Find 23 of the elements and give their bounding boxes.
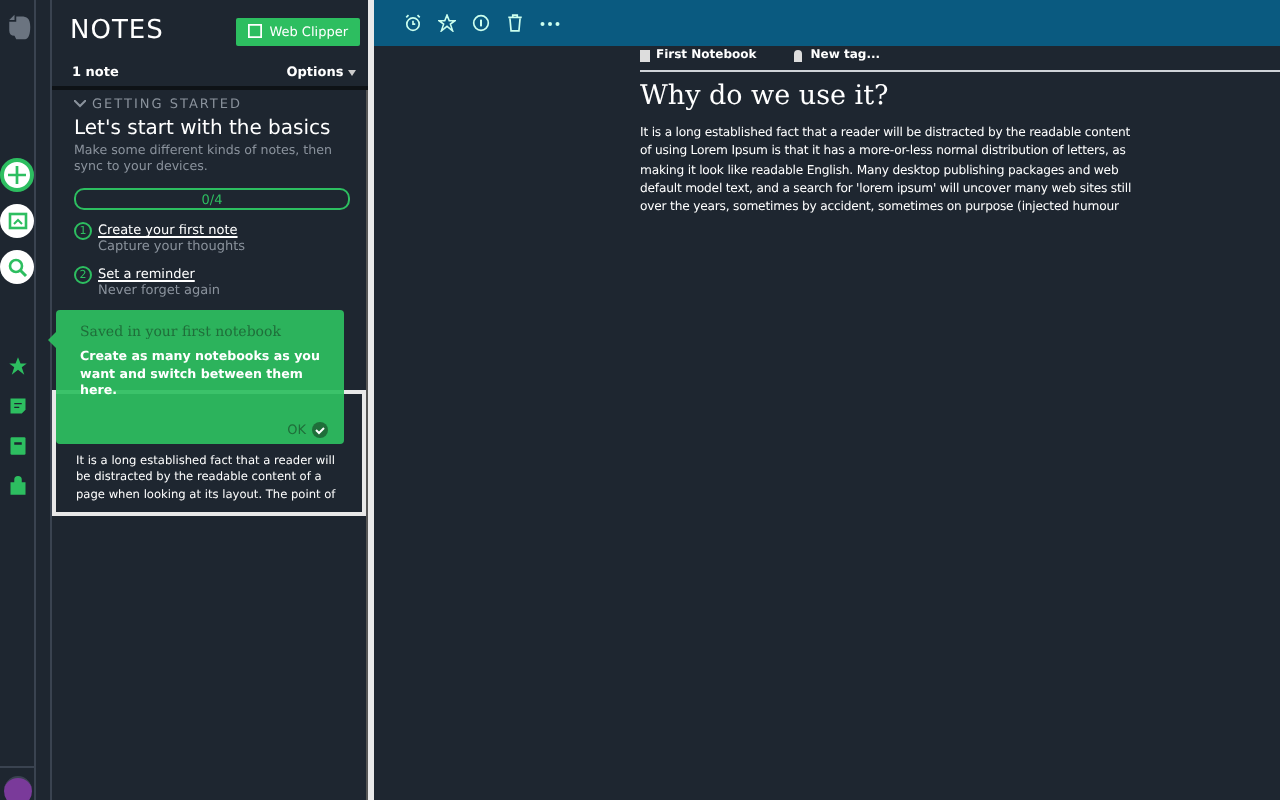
- add-note-button[interactable]: [0, 158, 34, 192]
- screen-button[interactable]: [0, 204, 34, 238]
- note-title[interactable]: Why do we use it?: [640, 80, 1280, 112]
- panel-title: NOTES: [70, 16, 164, 46]
- notebook-icon: [640, 49, 650, 61]
- plus-icon: [8, 166, 26, 184]
- getting-started-title: Let's start with the basics: [74, 118, 333, 140]
- tag-icon[interactable]: [7, 476, 27, 496]
- star-icon[interactable]: [438, 14, 456, 32]
- info-icon[interactable]: [472, 14, 490, 32]
- trash-icon[interactable]: [506, 14, 524, 32]
- check-icon: [312, 422, 328, 438]
- tag-icon: [792, 49, 805, 61]
- screen-icon: [7, 211, 27, 231]
- caret-icon[interactable]: [348, 70, 356, 76]
- chevron-icon[interactable]: [74, 100, 86, 108]
- notebook-icon[interactable]: [7, 436, 27, 456]
- search-icon: [7, 257, 27, 277]
- clipper-icon: [247, 24, 262, 38]
- search-button[interactable]: [0, 250, 34, 284]
- note-icon[interactable]: [7, 396, 27, 416]
- star-icon[interactable]: [7, 356, 27, 376]
- alarm-icon[interactable]: [404, 14, 422, 32]
